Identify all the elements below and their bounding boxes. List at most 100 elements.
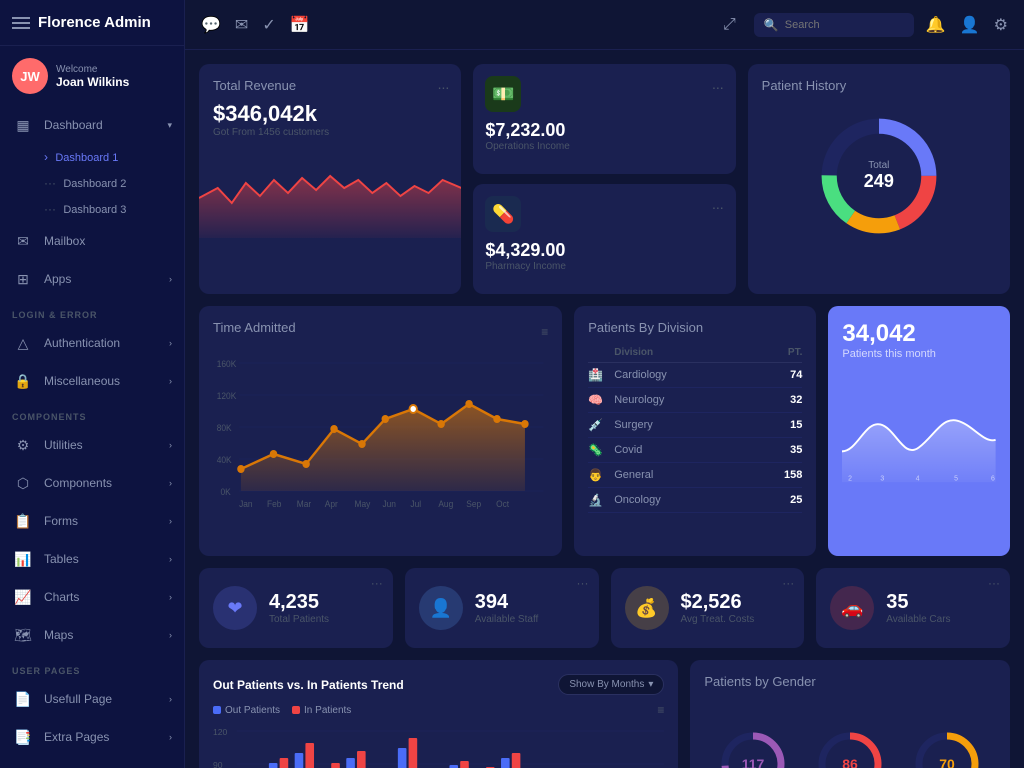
gender-stats: 117 Total 86 Female — [704, 697, 996, 768]
revenue-dots[interactable]: ... — [438, 76, 450, 92]
nav-dashboard[interactable]: ▦ Dashboard ▾ — [0, 106, 184, 144]
nav-dashboard1[interactable]: › Dashboard 1 — [0, 144, 184, 170]
division-col-header: Division — [588, 347, 653, 358]
trend-card: Out Patients vs. In Patients Trend Show … — [199, 660, 678, 768]
stat-available-cars-label: Available Cars — [886, 614, 950, 625]
trend-filter[interactable]: Show By Months ▾ — [558, 674, 664, 695]
oncology-name: Oncology — [614, 494, 782, 506]
nav-usefull-page[interactable]: 📄 Usefull Page › — [0, 680, 184, 718]
in-patients-dot — [292, 706, 300, 714]
nav-maps[interactable]: 🗺 Maps › — [0, 616, 184, 654]
nav-mailbox[interactable]: ✉ Mailbox — [0, 222, 184, 260]
nav-maps-label: Maps — [44, 628, 159, 642]
revenue-chart — [199, 138, 461, 294]
nav-components[interactable]: ⬡ Components › — [0, 464, 184, 502]
svg-text:0K: 0K — [220, 487, 230, 497]
donut-chart: Total 249 — [762, 101, 996, 251]
division-header: Division PT. — [588, 343, 802, 363]
stat-available-staff-label: Available Staff — [475, 614, 539, 625]
trend-filter-arrow: ▾ — [648, 679, 653, 690]
main-content: 💬 ✉ ✓ 📅 ⤢ 🔍 🔔 👤 ⚙ ... Total Revenue $346… — [185, 0, 1024, 768]
user-icon[interactable]: 👤 — [960, 15, 980, 35]
nav-forms-label: Forms — [44, 514, 159, 528]
cardiology-count: 74 — [790, 369, 802, 381]
svg-text:Jun: Jun — [382, 499, 396, 509]
stat3-dots[interactable]: ··· — [782, 576, 794, 590]
nav-mailbox-label: Mailbox — [44, 234, 172, 248]
hamburger-menu[interactable] — [12, 17, 30, 29]
time-admitted-menu[interactable]: ≡ — [541, 325, 548, 339]
revenue-card: ... Total Revenue $346,042k Got From 145… — [199, 64, 461, 294]
nav-utilities[interactable]: ⚙ Utilities › — [0, 426, 184, 464]
nav-apps[interactable]: ⊞ Apps › — [0, 260, 184, 298]
svg-text:May: May — [355, 499, 371, 509]
nav-miscellaneous[interactable]: 🔒 Miscellaneous › — [0, 362, 184, 400]
svg-text:Sep: Sep — [466, 499, 481, 509]
section-components: COMPONENTS — [0, 400, 184, 426]
trend-chart-menu[interactable]: ≡ — [657, 703, 664, 717]
time-admitted-card: Time Admitted ≡ 160K 120K — [199, 306, 562, 556]
nav-charts[interactable]: 📈 Charts › — [0, 578, 184, 616]
trend-legend: Out Patients In Patients ≡ — [213, 703, 664, 717]
covid-icon: 🦠 — [588, 443, 606, 457]
nav-dashboard2[interactable]: ··· Dashboard 2 — [0, 170, 184, 196]
svg-text:70: 70 — [940, 756, 956, 768]
cardiology-name: Cardiology — [614, 369, 782, 381]
user-info: Welcome Joan Wilkins — [56, 64, 129, 89]
stat4-dots[interactable]: ··· — [988, 576, 1000, 590]
operations-dots[interactable]: ... — [712, 76, 724, 92]
search-icon: 🔍 — [764, 18, 779, 32]
pt-col-header: PT. — [788, 347, 802, 358]
mailbox-icon: ✉ — [12, 230, 34, 252]
trend-header: Out Patients vs. In Patients Trend Show … — [213, 674, 664, 695]
nav-usefull-label: Usefull Page — [44, 692, 159, 706]
svg-text:120: 120 — [213, 727, 228, 737]
calendar-icon[interactable]: 📅 — [290, 15, 310, 35]
nav-authentication[interactable]: △ Authentication › — [0, 324, 184, 362]
nav-apps-label: Apps — [44, 272, 159, 286]
nav-dashboard3[interactable]: ··· Dashboard 3 — [0, 196, 184, 222]
oncology-icon: 🔬 — [588, 493, 606, 507]
section-login-error: LOGIN & ERROR — [0, 298, 184, 324]
usefull-icon: 📄 — [12, 688, 34, 710]
chat-icon[interactable]: 💬 — [201, 15, 221, 35]
row1: ... Total Revenue $346,042k Got From 145… — [199, 64, 1010, 294]
svg-text:Feb: Feb — [267, 499, 282, 509]
neurology-icon: 🧠 — [588, 393, 606, 407]
nav-forms[interactable]: 📋 Forms › — [0, 502, 184, 540]
revenue-amount: $346,042k — [213, 101, 447, 127]
mail-icon[interactable]: ✉ — [235, 15, 248, 35]
task-icon[interactable]: ✓ — [262, 15, 275, 35]
nav-utilities-label: Utilities — [44, 438, 159, 452]
topbar-right: 🔔 👤 ⚙ — [926, 15, 1008, 35]
search-box[interactable]: 🔍 — [754, 13, 914, 37]
svg-text:Mar: Mar — [297, 499, 312, 509]
sidebar: Florence Admin JW Welcome Joan Wilkins ▦… — [0, 0, 185, 768]
row4: Out Patients vs. In Patients Trend Show … — [199, 660, 1010, 768]
charts-icon: 📈 — [12, 586, 34, 608]
row2: Time Admitted ≡ 160K 120K — [199, 306, 1010, 556]
search-input[interactable] — [785, 19, 885, 31]
general-name: General — [614, 469, 776, 481]
stat2-dots[interactable]: ··· — [577, 576, 589, 590]
stat-cars-icon: 🚗 — [830, 586, 874, 630]
stat-available-cars-value: 35 — [886, 591, 950, 614]
out-patients-dot — [213, 706, 221, 714]
svg-text:Apr: Apr — [325, 499, 338, 509]
surgery-count: 15 — [790, 419, 802, 431]
trend-filter-label: Show By Months — [569, 679, 644, 690]
oncology-count: 25 — [790, 494, 802, 506]
expand-icon[interactable]: ⤢ — [723, 16, 736, 34]
gender-total: 117 Total — [718, 729, 788, 768]
nav-extra-pages[interactable]: 📑 Extra Pages › — [0, 718, 184, 756]
gear-icon[interactable]: ⚙ — [994, 15, 1008, 35]
nav-tables[interactable]: 📊 Tables › — [0, 540, 184, 578]
apps-icon: ⊞ — [12, 268, 34, 290]
stat1-dots[interactable]: ··· — [371, 576, 383, 590]
bell-icon[interactable]: 🔔 — [926, 15, 946, 35]
svg-text:Jul: Jul — [410, 499, 421, 509]
topbar: 💬 ✉ ✓ 📅 ⤢ 🔍 🔔 👤 ⚙ — [185, 0, 1024, 50]
pharmacy-dots[interactable]: ... — [712, 196, 724, 212]
time-admitted-chart: 160K 120K 80K 40K 0K — [213, 349, 548, 529]
nav-auth-label: Authentication — [44, 336, 159, 350]
